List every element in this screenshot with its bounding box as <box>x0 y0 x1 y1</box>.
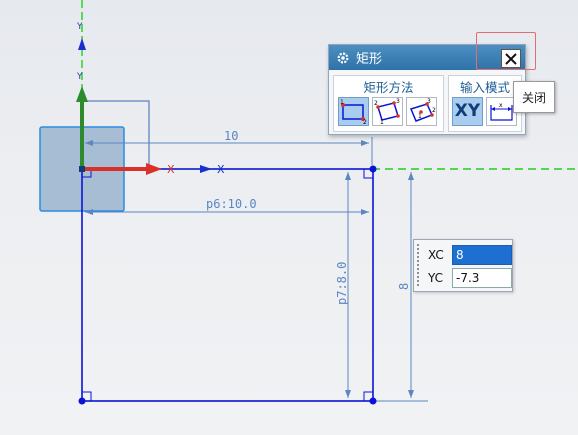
x-axis-marker-2: X <box>217 163 225 176</box>
svg-text:2: 2 <box>363 119 367 125</box>
input-mode-group: 输入模式 XY x <box>448 75 522 132</box>
svg-text:1: 1 <box>380 119 384 125</box>
xc-label: XC <box>428 248 444 262</box>
parameter-mode-icon: x <box>490 102 513 121</box>
dialog-title: 矩形 <box>356 52 383 67</box>
svg-text:3: 3 <box>396 98 400 105</box>
xy-mode-button[interactable]: XY <box>452 97 483 126</box>
dim-p6-arrow-right <box>361 209 369 215</box>
yc-input[interactable]: -7.3 <box>452 268 512 288</box>
vertex-tr[interactable] <box>369 165 377 173</box>
coordinate-input-box: XC 8 YC -7.3 <box>413 239 513 292</box>
from-center-rect-icon: 32 1 <box>409 98 436 122</box>
close-button[interactable] <box>501 49 521 68</box>
rectangle-method-group: 矩形方法 12 231 321 <box>333 75 444 132</box>
svg-text:2: 2 <box>432 107 436 114</box>
two-point-method-button[interactable]: 12 <box>338 97 369 126</box>
from-center-method-button[interactable]: 32 1 <box>406 97 437 126</box>
drag-grip[interactable] <box>416 243 421 287</box>
three-point-rect-icon: 2 3 1 <box>374 98 400 126</box>
close-icon <box>505 52 517 65</box>
dim-top-arrow-right <box>361 140 369 146</box>
vertex-br[interactable] <box>369 397 377 405</box>
svg-text:x: x <box>499 102 503 109</box>
x-axis-marker: X <box>167 163 175 176</box>
svg-text:3: 3 <box>427 98 431 105</box>
datum-y-marker-2: Y <box>76 72 83 82</box>
vertex-bl[interactable] <box>78 397 86 405</box>
rectangle-dialog: 矩形 矩形方法 12 231 321 输入模式 XY x <box>328 44 526 135</box>
origin-point <box>79 166 85 172</box>
datum-y-marker-1: Y <box>76 22 83 32</box>
xc-input[interactable]: 8 <box>452 245 512 265</box>
xc-row: XC 8 <box>428 244 512 266</box>
rectangle-method-label: 矩形方法 <box>363 80 414 95</box>
dialog-titlebar[interactable]: 矩形 <box>329 45 525 70</box>
dim-right-text: 8 <box>397 283 411 290</box>
blue-arrow-up-icon <box>78 38 86 50</box>
dim-right-arrow-top <box>408 172 414 180</box>
yc-label: YC <box>428 271 444 285</box>
yc-row: YC -7.3 <box>428 267 512 289</box>
xy-mode-label: XY <box>454 101 481 121</box>
dim-p7-text: p7:8.0 <box>335 262 349 305</box>
dim-p7-arrow-top <box>345 172 351 180</box>
input-mode-label: 输入模式 <box>459 80 510 95</box>
two-point-rect-icon: 12 <box>340 99 367 126</box>
dim-top-text: 10 <box>224 129 238 143</box>
x-axis-arrow-icon <box>146 163 162 175</box>
svg-text:1: 1 <box>418 113 422 120</box>
three-point-method-button[interactable]: 2 3 1 <box>372 97 403 126</box>
svg-text:1: 1 <box>340 99 344 106</box>
close-tooltip: 关闭 <box>513 81 555 113</box>
svg-text:2: 2 <box>374 100 378 107</box>
gear-icon[interactable] <box>336 51 350 65</box>
dim-p6-text: p6:10.0 <box>206 197 257 211</box>
y-axis-arrow-icon <box>76 86 88 102</box>
dim-p7-arrow-bottom <box>345 390 351 398</box>
blue-arrow-right-icon <box>200 165 212 173</box>
dim-right-arrow-bottom <box>408 390 414 398</box>
